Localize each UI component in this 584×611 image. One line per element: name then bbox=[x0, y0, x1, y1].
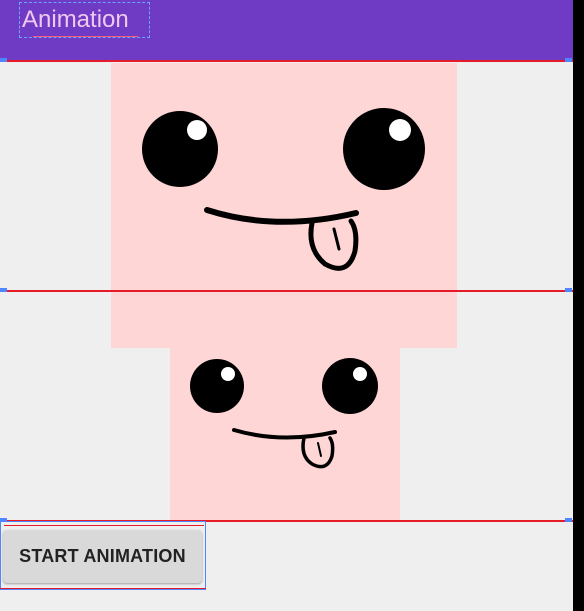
guide-handle-middle-left bbox=[0, 288, 7, 292]
smiley-face-icon bbox=[190, 358, 378, 469]
title-guide-line bbox=[33, 36, 138, 37]
button-guide-line bbox=[4, 525, 204, 526]
guide-handle-middle-right bbox=[565, 288, 572, 292]
guide-handle-top-left bbox=[0, 58, 7, 62]
guide-line-top bbox=[0, 60, 573, 62]
app-bar: Animation bbox=[0, 0, 573, 61]
start-animation-button[interactable]: START ANIMATION bbox=[3, 530, 202, 583]
guide-handle-lower-right bbox=[565, 518, 572, 522]
large-face-image bbox=[111, 63, 457, 348]
bottom-guide-line bbox=[0, 588, 206, 589]
edge-strip bbox=[573, 0, 584, 611]
screen: Animation START ANIMATION bbox=[0, 0, 584, 611]
smiley-face-icon bbox=[142, 108, 425, 271]
small-face-image bbox=[170, 348, 400, 522]
page-title: Animation bbox=[22, 6, 129, 33]
guide-line-middle bbox=[0, 290, 573, 292]
guide-handle-top-right bbox=[565, 58, 572, 62]
